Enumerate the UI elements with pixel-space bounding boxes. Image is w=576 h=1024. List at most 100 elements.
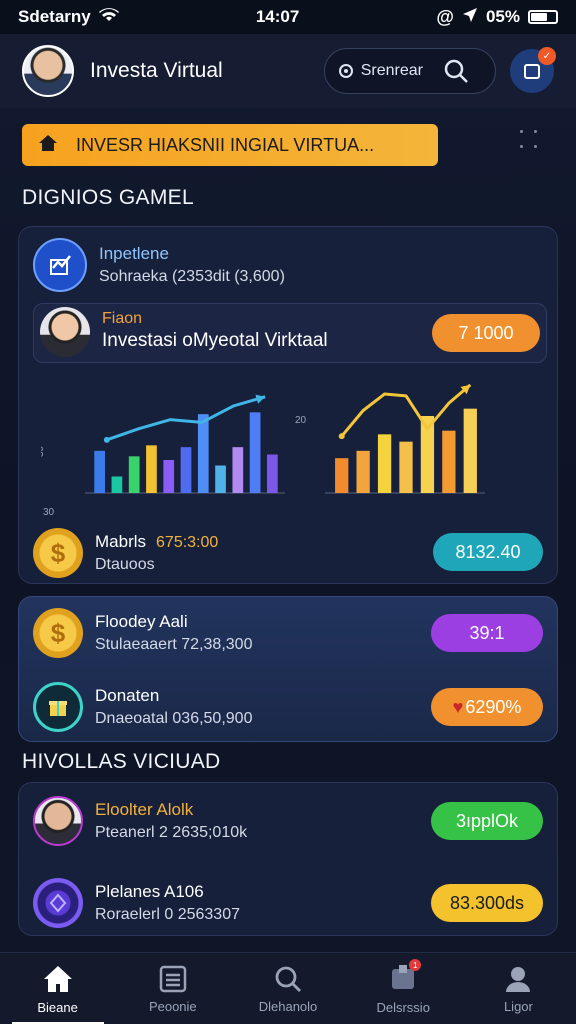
dollar-coin-icon: $: [33, 608, 83, 658]
row-title: Eloolter Alolk: [95, 800, 194, 819]
crystal-orb-icon: [33, 878, 83, 928]
more-options-icon[interactable]: [520, 130, 540, 154]
notification-badge: ✓: [538, 47, 556, 65]
inner-investment-row[interactable]: Fiaon Investasi oMyeotal Virktaal 7 1000: [33, 303, 547, 363]
amount-pill-text: 6290%: [465, 696, 522, 717]
amount-pill[interactable]: 8132.40: [433, 533, 543, 571]
row-title: Mabrls: [95, 532, 147, 551]
wifi-icon: [98, 7, 119, 28]
chart-bar: [94, 450, 105, 493]
chart-bar: [377, 434, 392, 493]
tick-label: 20: [295, 415, 307, 426]
amount-pill[interactable]: ♥ 6290%: [431, 688, 543, 726]
chart-bar: [356, 450, 370, 493]
card-row-donaten[interactable]: Donaten Dnaeoatal 036,50,900 ♥ 6290%: [19, 677, 557, 737]
tick-label: 30: [43, 507, 55, 518]
list-icon: [159, 965, 187, 992]
row-subtitle: Roraelerl 0 2563307: [95, 906, 240, 923]
banner-text: INVESR HIAKSNII INGIAL VIRTUA...: [76, 134, 375, 155]
tab-portfolio[interactable]: Peoonie: [115, 953, 230, 1024]
gift-icon: [33, 682, 83, 732]
chart-bar: [442, 430, 456, 493]
location-arrow-icon: [462, 7, 478, 28]
card-row-floodey[interactable]: $ Floodey Aali Stulaeaaert 72,38,300 39:…: [19, 603, 557, 663]
row-subtitle: Investasi oMyeotal Virktaal: [102, 330, 328, 351]
row-subtitle: Pteanerl 2 2635;010k: [95, 824, 248, 841]
trend-point: [103, 436, 110, 443]
section-title-virtual: HIVOLLAS VICIUAD: [22, 750, 221, 773]
amount-pill[interactable]: 39:1: [431, 614, 543, 652]
trend-point: [338, 433, 345, 440]
inbox-icon: 1: [389, 959, 422, 994]
tab-label: Dlehanolo: [258, 998, 318, 1014]
home-icon: [38, 134, 58, 157]
chart-check-icon: [33, 238, 87, 292]
chart-bar: [399, 441, 413, 493]
tab-label: Delsrssio: [376, 1000, 430, 1015]
avatar[interactable]: [22, 45, 74, 97]
chart-bar: [267, 454, 278, 493]
at-sign-icon: @: [436, 6, 454, 27]
row-subtitle: Dnaeoatal 036,50,900: [95, 710, 253, 727]
investment-card: Inpetlene Sohraeka (2353dit (3,600) Fiao…: [18, 226, 558, 584]
chart-bar: [163, 460, 175, 493]
chart-bar: [463, 408, 477, 493]
search-button[interactable]: [431, 49, 481, 93]
chart-bar: [232, 447, 244, 493]
search-icon: [275, 966, 301, 992]
card-row-eloolter[interactable]: Eloolter Alolk Pteanerl 2 2635;010k 3ıpp…: [19, 791, 557, 851]
amount-pill[interactable]: 3ıpplOk: [431, 802, 543, 840]
promo-banner[interactable]: INVESR HIAKSNII INGIAL VIRTUA...: [22, 124, 438, 166]
chart-bar: [249, 412, 261, 493]
row-title: Floodey Aali: [95, 612, 188, 631]
chart-left: [85, 394, 285, 494]
amount-pill[interactable]: 7 1000: [432, 314, 540, 352]
section-title-games: DIGNIOS GAMEL: [22, 186, 194, 209]
radio-icon: [338, 64, 353, 78]
tab-label: Peoonie: [148, 998, 197, 1014]
avatar: [33, 796, 83, 846]
bottom-tab-bar: Bieane Peoonie Dlehanolo 1 Delsrssio Lig…: [0, 952, 576, 1024]
chart-bar: [180, 447, 192, 493]
avatar: [40, 307, 90, 357]
chart-bar: [335, 458, 349, 493]
search-icon: [444, 59, 468, 83]
performance-charts: 30 30 20: [41, 383, 485, 518]
row-subtitle: Stulaeaaert 72,38,300: [95, 636, 253, 653]
battery-icon: [527, 10, 558, 24]
status-bar: Sdetarny 14:07 @ 05%: [0, 0, 576, 34]
badge-dot: 1: [409, 959, 422, 971]
carrier-label: Sdetarny: [18, 7, 91, 26]
tab-messages[interactable]: 1 Delsrssio: [346, 953, 461, 1024]
search-pill[interactable]: Srenrear: [323, 48, 496, 94]
trend-line: [106, 395, 266, 442]
chart-bar: [128, 456, 140, 493]
chart-bar: [146, 445, 157, 493]
rewards-card: $ Floodey Aali Stulaeaaert 72,38,300 39:…: [18, 596, 558, 742]
tab-home[interactable]: Bieane: [0, 953, 115, 1024]
row-amount: 675:3:00: [156, 534, 219, 551]
battery-percent: 05%: [485, 7, 520, 26]
row-subtitle: Dtauoos: [95, 556, 155, 573]
card-row-mabrls[interactable]: $ Mabrls 675:3:00 Dtauoos 8132.40: [19, 523, 557, 583]
app-title: Investa Virtual: [90, 59, 223, 82]
card-row-inpetlene[interactable]: Inpetlene Sohraeka (2353dit (3,600): [19, 235, 557, 295]
heart-icon: ♥: [452, 696, 464, 717]
virtual-card: Eloolter Alolk Pteanerl 2 2635;010k 3ıpp…: [18, 782, 558, 936]
chart-bar: [197, 414, 209, 493]
tick-label: 30: [41, 445, 46, 457]
notification-icon: [524, 64, 540, 79]
amount-pill[interactable]: 83.300ds: [431, 884, 543, 922]
tab-label: Ligor: [503, 998, 533, 1014]
chart-right: [325, 383, 485, 494]
row-title: Fiaon: [102, 310, 143, 327]
tab-search[interactable]: Dlehanolo: [230, 953, 345, 1024]
app-header: Investa Virtual Srenrear ✓: [0, 34, 576, 108]
row-title: Inpetlene: [99, 244, 169, 263]
tab-profile[interactable]: Ligor: [461, 953, 576, 1024]
home-icon: [43, 965, 72, 992]
card-row-plelanes[interactable]: Plelanes A106 Roraelerl 0 2563307 83.300…: [19, 873, 557, 933]
app-screen: Sdetarny 14:07 @ 05% Investa Virtual Sre…: [0, 0, 576, 1024]
notification-button[interactable]: ✓: [510, 47, 556, 93]
row-title: Plelanes A106: [95, 882, 204, 901]
